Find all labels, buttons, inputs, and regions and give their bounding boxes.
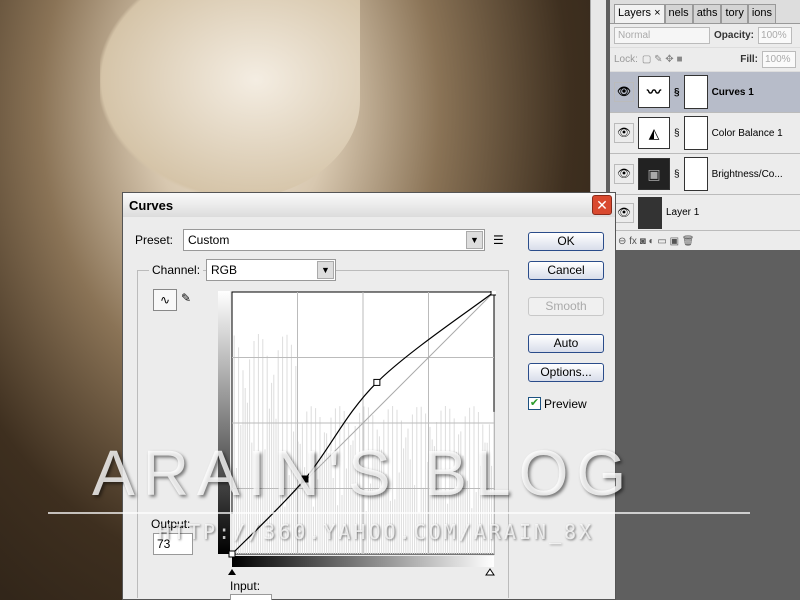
smooth-button[interactable]: Smooth [528, 297, 604, 316]
eye-icon[interactable]: 👁 [614, 123, 634, 143]
output-gradient [218, 291, 230, 554]
input-field[interactable] [230, 594, 272, 600]
layer-name: Layer 1 [666, 207, 700, 218]
pencil-icon[interactable]: ✎ [181, 291, 191, 305]
preset-label: Preset: [135, 233, 174, 247]
close-button[interactable]: ✕ [592, 195, 612, 215]
channel-label: Channel: [149, 263, 204, 277]
tab-history[interactable]: tory [721, 4, 748, 23]
opacity-label: Opacity: [714, 30, 755, 41]
preset-menu-icon[interactable]: ☰ [493, 233, 504, 247]
chevron-down-icon: ▼ [317, 261, 334, 279]
watermark-title: ARAIN'S BLOG [92, 437, 635, 509]
layers-panel: Layers × nels aths tory ions Normal Opaci… [610, 0, 800, 250]
preview-label: Preview [544, 397, 587, 411]
color-balance-icon: ◭ [638, 117, 670, 149]
channel-value: RGB [211, 263, 238, 277]
tab-channels[interactable]: nels [664, 4, 693, 23]
blend-mode-select[interactable]: Normal [614, 27, 710, 44]
auto-button[interactable]: Auto [528, 334, 604, 353]
watermark-line [48, 512, 750, 514]
input-gradient [232, 556, 494, 567]
opacity-input[interactable]: 100% [758, 27, 793, 44]
white-point-slider[interactable] [485, 568, 495, 576]
options-button[interactable]: Options... [528, 363, 604, 382]
tab-paths[interactable]: aths [692, 4, 722, 23]
eye-icon[interactable]: 👁 [614, 202, 634, 223]
cancel-button[interactable]: Cancel [528, 261, 604, 280]
fill-label: Fill: [740, 54, 758, 65]
link-icon: § [674, 168, 680, 180]
curve-point [490, 291, 496, 296]
watermark-url: HTTP://360.YAHOO.COM/ARAIN_8X [158, 520, 595, 544]
ok-button[interactable]: OK [528, 232, 604, 251]
link-icon: § [674, 127, 680, 139]
brightness-contrast-icon: ▣ [638, 158, 670, 190]
layer-row[interactable]: 👁 ◭ § Color Balance 1 [610, 113, 800, 154]
layer-name: Curves 1 [711, 86, 754, 98]
preview-checkbox[interactable]: ✔ [528, 397, 541, 410]
curve-point [373, 378, 381, 386]
layer-mask [683, 157, 708, 191]
layer-row[interactable]: 👁 Layer 1 [610, 195, 800, 231]
chevron-down-icon: ▼ [466, 231, 483, 249]
layer-mask [683, 75, 708, 109]
fill-input[interactable]: 100% [762, 51, 796, 68]
preset-value: Custom [188, 233, 230, 247]
preset-select[interactable]: Custom ▼ [183, 229, 485, 251]
layer-mask [683, 116, 708, 150]
eye-icon[interactable]: 👁 [614, 164, 634, 184]
panel-footer-icons[interactable]: ⊖ fx ◙ ◐ ▭ ▣ 🗑 [610, 231, 800, 251]
curve-point [228, 550, 236, 558]
tab-actions[interactable]: ions [747, 4, 777, 23]
curves-icon: 〰 [638, 76, 670, 108]
eye-icon[interactable]: 👁 [614, 82, 634, 102]
curve-tool-icon[interactable]: ∿ [153, 289, 177, 311]
photo-thumbnail [638, 196, 662, 229]
tab-layers[interactable]: Layers × [614, 4, 665, 23]
dialog-title: Curves [123, 193, 615, 217]
layer-name: Color Balance 1 [711, 127, 783, 139]
photo-face [100, 0, 360, 200]
panel-tabs: Layers × nels aths tory ions [610, 0, 800, 24]
layer-row[interactable]: 👁 ▣ § Brightness/Co... [610, 154, 800, 195]
lock-label: Lock: [614, 54, 638, 65]
channel-select[interactable]: RGB ▼ [206, 259, 336, 281]
layer-row[interactable]: 👁 〰 § Curves 1 [610, 72, 800, 113]
input-label: Input: [230, 579, 261, 593]
layer-name: Brightness/Co... [711, 168, 783, 180]
link-icon: § [674, 86, 680, 98]
black-point-slider[interactable] [228, 569, 236, 575]
lock-icons[interactable]: ▢ ✎ ✥ ■ [642, 54, 683, 65]
